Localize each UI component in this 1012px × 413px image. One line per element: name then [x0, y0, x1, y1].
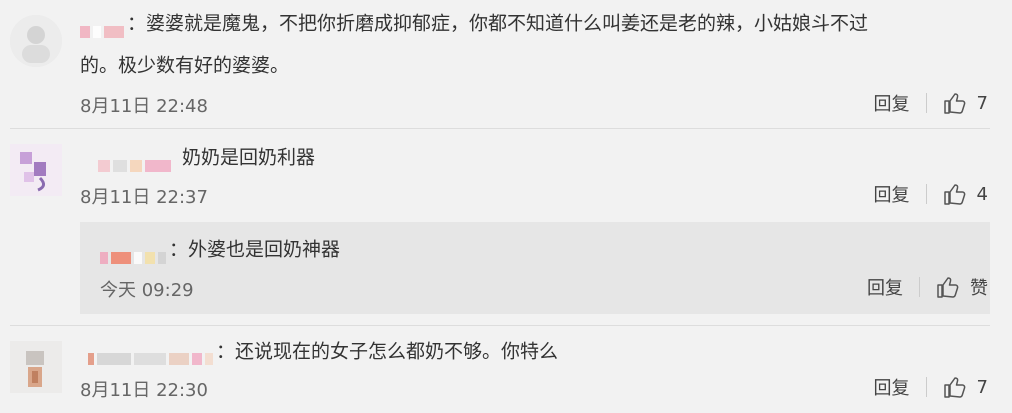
reply-button[interactable]: 回复 — [874, 90, 910, 116]
comment-text-row: ：婆婆就是魔鬼，不把你折磨成抑郁症，你都不知道什么叫姜还是老的辣，小姑娘斗不过 — [80, 8, 868, 39]
sub-reply: ：外婆也是回奶神器 今天 09:29 回复 赞 — [80, 222, 990, 314]
avatar[interactable] — [10, 15, 62, 67]
comment-time: 8月11日 22:30 — [80, 380, 208, 401]
action-separator — [919, 277, 920, 297]
like-button[interactable]: 7 — [943, 376, 988, 398]
thumbs-up-icon — [937, 277, 959, 298]
sub-reply-text-row: ：外婆也是回奶神器 — [100, 234, 340, 265]
thumbs-up-icon — [943, 377, 965, 398]
comment-3: ：还说现在的女子怎么都奶不够。你特么 8月11日 22:30 回复 7 — [0, 325, 1012, 413]
username-blurred[interactable] — [98, 151, 174, 172]
comment-time: 8月11日 22:48 — [80, 96, 208, 117]
like-count: 4 — [976, 183, 988, 205]
thumbs-up-icon — [943, 93, 965, 114]
action-separator — [925, 184, 927, 204]
like-count: 7 — [976, 376, 988, 398]
comment-text: ：还说现在的女子怎么都奶不够。你特么 — [216, 340, 559, 363]
reply-button[interactable]: 回复 — [874, 374, 910, 400]
username-blurred[interactable] — [100, 243, 169, 264]
reply-button[interactable]: 回复 — [867, 274, 903, 300]
like-count: 7 — [976, 92, 988, 114]
comment-text: 奶奶是回奶利器 — [182, 146, 316, 169]
comment-text-continued: 的。极少数有好的婆婆。 — [80, 54, 290, 77]
comment-time: 8月11日 22:37 — [80, 187, 208, 208]
comment-actions: 回复 7 — [874, 374, 988, 400]
avatar-image — [10, 15, 62, 67]
action-separator — [925, 93, 927, 113]
avatar[interactable] — [10, 144, 62, 196]
avatar-image — [10, 341, 62, 393]
thumbs-up-icon — [943, 184, 965, 205]
reply-button[interactable]: 回复 — [874, 181, 910, 207]
comment-text-row: 奶奶是回奶利器 — [98, 142, 315, 173]
comment-actions: 回复 7 — [874, 90, 988, 116]
like-button[interactable]: 赞 — [936, 274, 988, 300]
like-label: 赞 — [970, 278, 988, 299]
comment-text-row-2: 的。极少数有好的婆婆。 — [80, 50, 289, 81]
comment-text-row: ：还说现在的女子怎么都奶不够。你特么 — [88, 336, 558, 367]
comment-text: ：婆婆就是魔鬼，不把你折磨成抑郁症，你都不知道什么叫姜还是老的辣，小姑娘斗不过 — [127, 12, 869, 35]
comment-actions: 回复 4 — [874, 181, 988, 207]
sub-reply-time: 今天 09:29 — [100, 280, 194, 301]
like-button[interactable]: 4 — [943, 183, 988, 205]
sub-reply-actions: 回复 赞 — [867, 274, 988, 300]
avatar[interactable] — [10, 341, 62, 393]
sub-reply-text: ：外婆也是回奶神器 — [169, 238, 341, 261]
avatar-image — [10, 144, 62, 196]
comment-1: ：婆婆就是魔鬼，不把你折磨成抑郁症，你都不知道什么叫姜还是老的辣，小姑娘斗不过 … — [0, 0, 1012, 128]
like-button[interactable]: 7 — [943, 92, 988, 114]
username-blurred[interactable] — [88, 344, 216, 365]
action-separator — [925, 377, 927, 397]
username-blurred[interactable] — [80, 17, 127, 38]
